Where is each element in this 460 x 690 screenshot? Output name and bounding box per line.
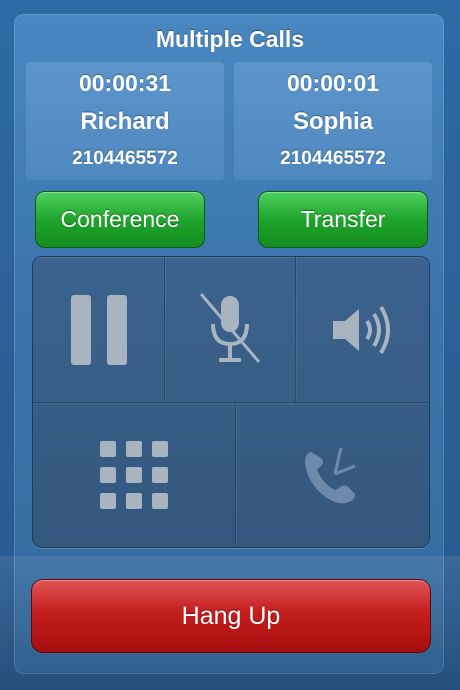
caller-number: 2104465572 — [72, 148, 178, 169]
keypad-button[interactable] — [33, 402, 235, 547]
grid-divider — [235, 402, 236, 547]
mute-button[interactable] — [164, 257, 295, 402]
screen-title: Multiple Calls — [155, 26, 305, 52]
mic-muted-icon — [199, 292, 260, 363]
hold-button[interactable] — [33, 257, 164, 402]
speaker-button[interactable] — [295, 257, 429, 402]
transfer-button[interactable]: Transfer — [258, 191, 428, 248]
caller-name: Sophia — [292, 108, 373, 135]
call-card-richard[interactable]: 00:00:31 Richard 2104465572 — [26, 62, 224, 180]
call-controls-grid — [32, 256, 430, 548]
caller-number: 2104465572 — [280, 148, 386, 169]
caller-name: Richard — [80, 108, 170, 135]
call-duration: 00:00:01 — [286, 70, 380, 96]
conference-button[interactable]: Conference — [35, 191, 205, 248]
speaker-icon — [333, 305, 390, 354]
hang-up-button[interactable]: Hang Up — [31, 579, 431, 653]
keypad-icon — [100, 440, 168, 509]
grid-divider — [164, 257, 165, 402]
call-screen: Multiple Calls 00:00:31 Richard 21044655… — [0, 0, 460, 690]
phone-add-icon — [305, 447, 356, 503]
add-call-button[interactable] — [235, 402, 429, 547]
grid-divider — [33, 402, 429, 403]
pause-icon — [70, 294, 127, 365]
call-duration: 00:00:31 — [78, 70, 172, 96]
call-card-sophia[interactable]: 00:00:01 Sophia 2104465572 — [234, 62, 432, 180]
grid-divider — [295, 257, 296, 402]
